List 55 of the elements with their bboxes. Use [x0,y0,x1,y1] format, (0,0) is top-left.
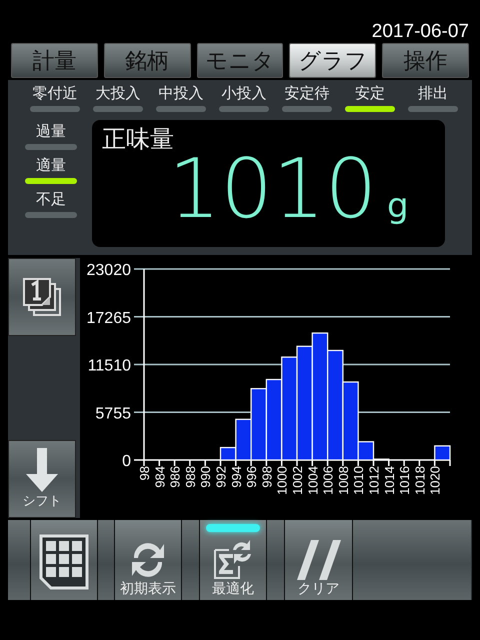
toolbar-button[interactable]: 初期表示 [114,520,182,600]
axis-tick-label: 1008 [336,466,351,495]
status-label: 大投入 [96,84,140,103]
page-button[interactable] [8,258,76,336]
axis-tick-label: 986 [168,466,183,488]
toolbar-button[interactable]: 最適化 [199,520,267,600]
axis-tick-label: 998 [259,466,274,488]
axis-tick-label: 1016 [397,466,412,495]
pages-icon [22,277,62,317]
status-label: 零付近 [32,84,78,103]
status-label: 安定待 [284,84,330,103]
axis-tick-label: 1000 [274,466,290,495]
status-label: 安定 [355,84,385,103]
axis-tick-label: 994 [228,466,244,488]
weight-value: 1010 [168,154,378,226]
status-label: 排出 [418,84,448,103]
axis-tick-label: 98 [137,466,152,480]
down-arrow-icon [26,448,58,492]
sigma-refresh-icon [213,538,253,580]
axis-tick-label: 17265 [86,310,131,327]
axis-tick-label: 1006 [320,466,336,495]
tab[interactable]: 計量 [11,43,98,78]
tab[interactable]: グラフ [289,43,376,78]
judgement-label: 過量 [36,122,66,141]
axis-tick-label: 1014 [382,466,397,495]
axis-tick-label: 5755 [95,405,131,422]
axis-tick-label: 1010 [351,466,366,495]
display-label: 正味量 [102,124,175,154]
axis-tick-label: 1020 [428,466,443,495]
axis-tick-label: 23020 [86,262,131,279]
axis-tick-label: 984 [152,466,168,488]
axis-tick-label: 996 [244,466,260,488]
axis-tick-label: 1012 [366,466,382,495]
tab[interactable]: 操作 [382,43,469,78]
axis-tick-label: 992 [214,466,228,488]
axis-tick-label: 1018 [412,466,428,495]
tab[interactable]: 銘柄 [104,43,191,78]
axis-tick-label: 988 [182,466,198,488]
shift-button[interactable]: シフト [8,440,76,518]
axis-tick-label: 990 [198,466,214,488]
status-label: 小投入 [222,84,266,103]
toolbar-button[interactable]: クリア [284,520,353,600]
tab[interactable]: モニタ [196,43,284,78]
status-label: 中投入 [158,84,204,103]
axis-tick-label: 1002 [290,466,305,495]
judgement-label: 不足 [36,190,66,209]
judgement-label: 適量 [36,156,66,175]
double-slash-icon [296,540,340,580]
toolbar-button[interactable] [30,520,98,600]
date-text: 2017-06-07 [372,21,469,43]
axis-tick-label: 0 [122,453,131,470]
axis-tick-label: 11510 [88,358,131,374]
weight-unit: g [387,186,409,226]
axis-tick-label: 1004 [305,466,320,495]
grid-icon [39,534,89,590]
